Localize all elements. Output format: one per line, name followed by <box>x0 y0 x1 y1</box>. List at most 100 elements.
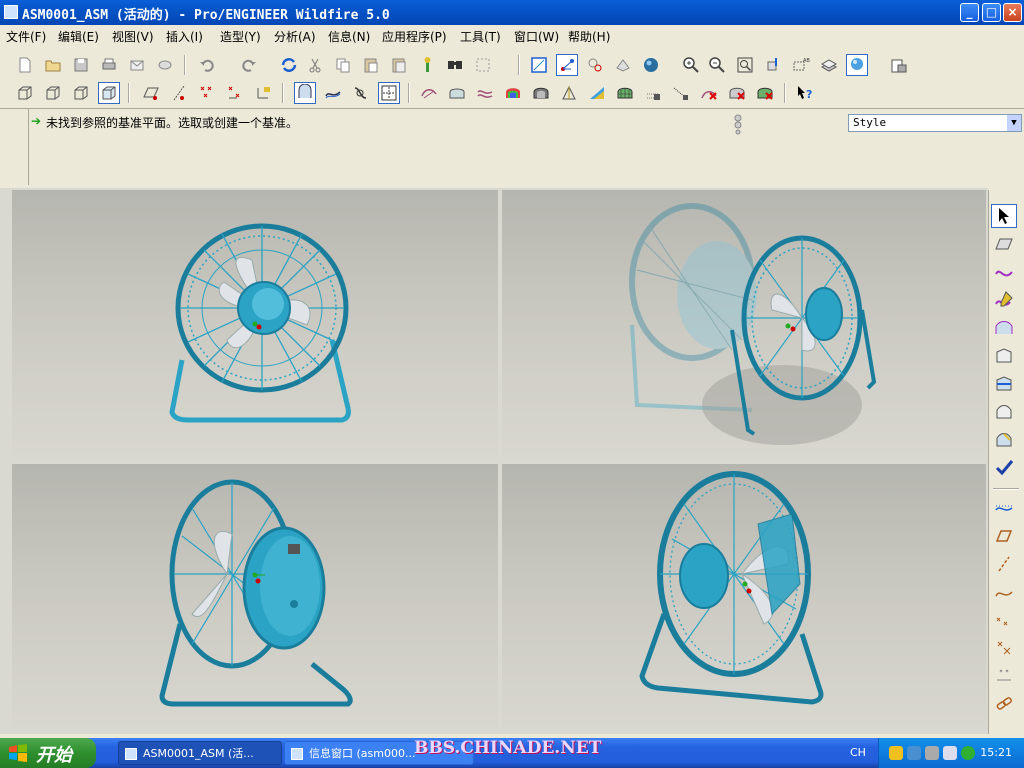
draw-curve-icon[interactable] <box>991 288 1017 312</box>
datum-csys-icon[interactable] <box>991 636 1017 660</box>
shaded-icon[interactable] <box>98 82 120 104</box>
no-hidden-icon[interactable] <box>42 82 64 104</box>
send-icon[interactable] <box>154 54 176 76</box>
regenerate-icon[interactable] <box>278 54 300 76</box>
menu-style[interactable]: 造型(Y) <box>220 28 261 45</box>
taskbar-item-proe[interactable]: ASM0001_ASM (活... <box>118 741 282 765</box>
paste-icon[interactable] <box>360 54 382 76</box>
app-icon[interactable] <box>4 5 18 19</box>
menu-help[interactable]: 帮助(H) <box>568 28 610 45</box>
help-icon[interactable]: ? <box>794 82 816 104</box>
chevron-down-icon[interactable]: ▼ <box>1007 115 1021 131</box>
menu-edit[interactable]: 编辑(E) <box>58 28 99 45</box>
curvature-icon[interactable] <box>350 82 372 104</box>
menu-window[interactable]: 窗口(W) <box>514 28 559 45</box>
menu-analysis[interactable]: 分析(A) <box>274 28 316 45</box>
analysis-dots-icon[interactable] <box>670 82 692 104</box>
menu-file[interactable]: 文件(F) <box>6 28 46 45</box>
sketch-plane-icon[interactable] <box>140 82 162 104</box>
datum-display-icon[interactable] <box>528 54 550 76</box>
find-icon[interactable] <box>444 54 466 76</box>
maximize-button[interactable]: □ <box>982 3 1001 22</box>
graphics-window[interactable] <box>0 188 988 734</box>
close-button[interactable]: × <box>1003 3 1022 22</box>
copy-icon[interactable] <box>332 54 354 76</box>
undo-icon[interactable] <box>196 54 218 76</box>
paste-special-icon[interactable] <box>388 54 410 76</box>
start-button[interactable]: 开始 <box>0 738 96 768</box>
viewport-isometric[interactable] <box>502 190 986 460</box>
clock[interactable]: 15:21 <box>980 746 1012 759</box>
slope-icon[interactable] <box>502 82 524 104</box>
deviation-icon[interactable] <box>614 82 636 104</box>
spin-center-icon[interactable] <box>556 54 578 76</box>
point-display-icon[interactable] <box>612 54 634 76</box>
section-icon[interactable] <box>378 82 400 104</box>
menu-insert[interactable]: 插入(I) <box>166 28 203 45</box>
draft-icon[interactable] <box>474 82 496 104</box>
datum-axis-icon[interactable] <box>168 82 190 104</box>
delete-all-analysis-icon[interactable] <box>754 82 776 104</box>
datum-point-icon[interactable] <box>196 82 218 104</box>
save-icon[interactable] <box>70 54 92 76</box>
dihedral-icon[interactable] <box>558 82 580 104</box>
network-icon[interactable] <box>907 746 921 760</box>
cut-icon[interactable] <box>304 54 326 76</box>
axis-display-icon[interactable] <box>584 54 606 76</box>
grid-analysis-icon[interactable] <box>642 82 664 104</box>
volume-icon[interactable] <box>943 746 957 760</box>
shading-icon[interactable] <box>640 54 662 76</box>
datum-coord-icon[interactable] <box>224 82 246 104</box>
viewport-trimetric[interactable] <box>502 464 986 732</box>
surface-style-icon[interactable] <box>991 232 1017 256</box>
appearance-icon[interactable] <box>846 54 868 76</box>
menu-info[interactable]: 信息(N) <box>328 28 370 45</box>
hidden-line-icon[interactable] <box>14 82 36 104</box>
delete-shaded-icon[interactable] <box>726 82 748 104</box>
datum-curve-icon[interactable] <box>991 496 1017 520</box>
model-tree-icon[interactable] <box>416 54 438 76</box>
zoom-out-icon[interactable] <box>706 54 728 76</box>
language-indicator[interactable]: CH <box>850 746 866 759</box>
security-icon[interactable] <box>961 746 975 760</box>
surface-boundary-icon[interactable] <box>991 316 1017 340</box>
reflection-icon[interactable] <box>418 82 440 104</box>
surface-icon[interactable] <box>322 82 344 104</box>
mesh-icon[interactable] <box>530 82 552 104</box>
wireframe-icon[interactable] <box>70 82 92 104</box>
viewport-rear[interactable] <box>12 464 498 732</box>
menu-tools[interactable]: 工具(T) <box>460 28 501 45</box>
datum-csys-icon[interactable] <box>252 82 274 104</box>
qq-icon[interactable] <box>889 746 903 760</box>
curve-style-icon[interactable] <box>991 260 1017 284</box>
refit-icon[interactable] <box>734 54 756 76</box>
curve-edit-icon[interactable] <box>991 428 1017 452</box>
offset-icon[interactable] <box>586 82 608 104</box>
viewport-front[interactable] <box>12 190 498 460</box>
view-manager-icon[interactable] <box>888 54 910 76</box>
delete-analysis-icon[interactable] <box>698 82 720 104</box>
accept-check-icon[interactable] <box>991 456 1017 480</box>
style-icon[interactable] <box>294 82 316 104</box>
datum-plane-icon[interactable] <box>991 524 1017 548</box>
layers-icon[interactable] <box>818 54 840 76</box>
settings-tray-icon[interactable] <box>925 746 939 760</box>
menu-applications[interactable]: 应用程序(P) <box>382 28 447 45</box>
print-icon[interactable] <box>98 54 120 76</box>
datum-point-icon[interactable] <box>991 608 1017 632</box>
saved-views-icon[interactable]: AB <box>790 54 812 76</box>
analysis-icon[interactable] <box>991 664 1017 688</box>
filter-select[interactable]: Style ▼ <box>848 114 1022 132</box>
reorient-icon[interactable] <box>762 54 784 76</box>
shading-analysis-icon[interactable] <box>446 82 468 104</box>
zoom-in-icon[interactable] <box>680 54 702 76</box>
redo-icon[interactable] <box>238 54 260 76</box>
surface-merge-icon[interactable] <box>991 344 1017 368</box>
open-icon[interactable] <box>42 54 64 76</box>
surface-connect-icon[interactable] <box>991 400 1017 424</box>
datum-axis-icon[interactable] <box>991 552 1017 576</box>
select-box-icon[interactable] <box>472 54 494 76</box>
minimize-button[interactable]: _ <box>960 3 979 22</box>
title-bar[interactable]: ASM0001_ASM (活动的) - Pro/ENGINEER Wildfir… <box>0 0 1024 25</box>
menu-view[interactable]: 视图(V) <box>112 28 154 45</box>
